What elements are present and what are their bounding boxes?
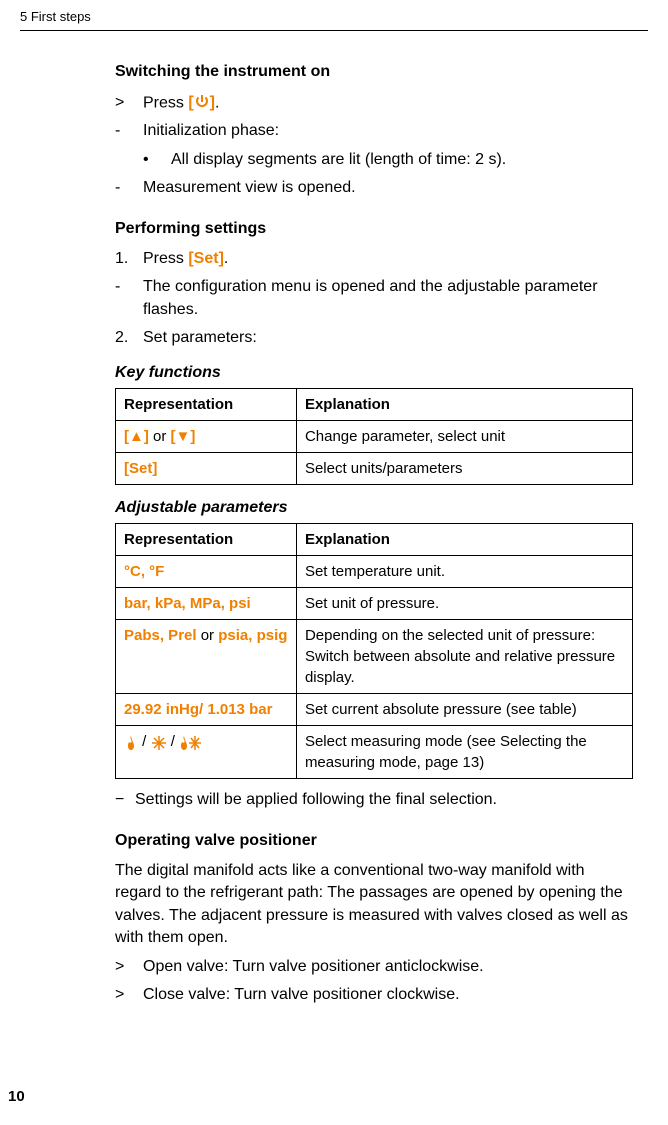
table-row: / / Select measuring mode (see Selecting… bbox=[116, 726, 633, 779]
list-item: • All display segments are lit (length o… bbox=[143, 149, 633, 171]
header-divider bbox=[20, 30, 648, 31]
flame-snowflake-icon bbox=[179, 732, 203, 753]
list-text: Open valve: Turn valve positioner anticl… bbox=[143, 956, 633, 978]
list-text: Press []. bbox=[143, 92, 633, 115]
adjustable-parameters-table: Representation Explanation °C, °F Set te… bbox=[115, 523, 633, 779]
list-text: Measurement view is opened. bbox=[143, 177, 633, 199]
list-item: - Initialization phase: bbox=[115, 120, 633, 142]
chapter-header: 5 First steps bbox=[20, 8, 648, 26]
table-row: [▲] or [▼] Change parameter, select unit bbox=[116, 420, 633, 452]
dash-marker: − bbox=[115, 789, 135, 811]
table-row: bar, kPa, MPa, psi Set unit of pressure. bbox=[116, 588, 633, 620]
section3-title: Operating valve positioner bbox=[115, 830, 633, 852]
table-row: 29.92 inHg/ 1.013 bar Set current absolu… bbox=[116, 694, 633, 726]
list-text: Initialization phase: bbox=[143, 120, 633, 142]
list-item: - The configuration menu is opened and t… bbox=[115, 276, 633, 321]
list-item: 1. Press [Set]. bbox=[115, 248, 633, 270]
list-marker: 1. bbox=[115, 248, 143, 270]
page-number: 10 bbox=[8, 1086, 25, 1107]
section3-para: The digital manifold acts like a convent… bbox=[115, 860, 633, 950]
list-marker: 2. bbox=[115, 327, 143, 349]
section1-title: Switching the instrument on bbox=[115, 61, 633, 83]
list-marker: > bbox=[115, 956, 143, 978]
list-text: Set parameters: bbox=[143, 327, 633, 349]
flame-icon bbox=[124, 732, 138, 753]
table-header: Representation bbox=[116, 524, 297, 556]
table1-caption: Key functions bbox=[115, 362, 633, 384]
note-text: Settings will be applied following the f… bbox=[135, 789, 633, 811]
list-text: Close valve: Turn valve positioner clock… bbox=[143, 984, 633, 1006]
table2-caption: Adjustable parameters bbox=[115, 497, 633, 519]
table-header: Explanation bbox=[296, 524, 632, 556]
section2-title: Performing settings bbox=[115, 218, 633, 240]
list-text: Press [Set]. bbox=[143, 248, 633, 270]
list-item: > Close valve: Turn valve positioner clo… bbox=[115, 984, 633, 1006]
list-item: - Measurement view is opened. bbox=[115, 177, 633, 199]
list-marker: > bbox=[115, 92, 143, 115]
list-item: > Press []. bbox=[115, 92, 633, 115]
list-item: 2. Set parameters: bbox=[115, 327, 633, 349]
snowflake-icon bbox=[151, 732, 167, 753]
table-header: Representation bbox=[116, 388, 297, 420]
list-item: > Open valve: Turn valve positioner anti… bbox=[115, 956, 633, 978]
table-row: Pabs, Prel or psia, psig Depending on th… bbox=[116, 620, 633, 694]
list-marker: > bbox=[115, 984, 143, 1006]
note-item: − Settings will be applied following the… bbox=[115, 789, 633, 811]
list-marker: - bbox=[115, 177, 143, 199]
list-marker: • bbox=[143, 149, 171, 171]
power-icon bbox=[194, 92, 210, 114]
table-row: [Set] Select units/parameters bbox=[116, 452, 633, 484]
key-functions-table: Representation Explanation [▲] or [▼] Ch… bbox=[115, 388, 633, 485]
list-text: The configuration menu is opened and the… bbox=[143, 276, 633, 321]
list-text: All display segments are lit (length of … bbox=[171, 149, 633, 171]
list-marker: - bbox=[115, 120, 143, 142]
table-row: °C, °F Set temperature unit. bbox=[116, 556, 633, 588]
list-marker: - bbox=[115, 276, 143, 321]
table-header: Explanation bbox=[296, 388, 632, 420]
